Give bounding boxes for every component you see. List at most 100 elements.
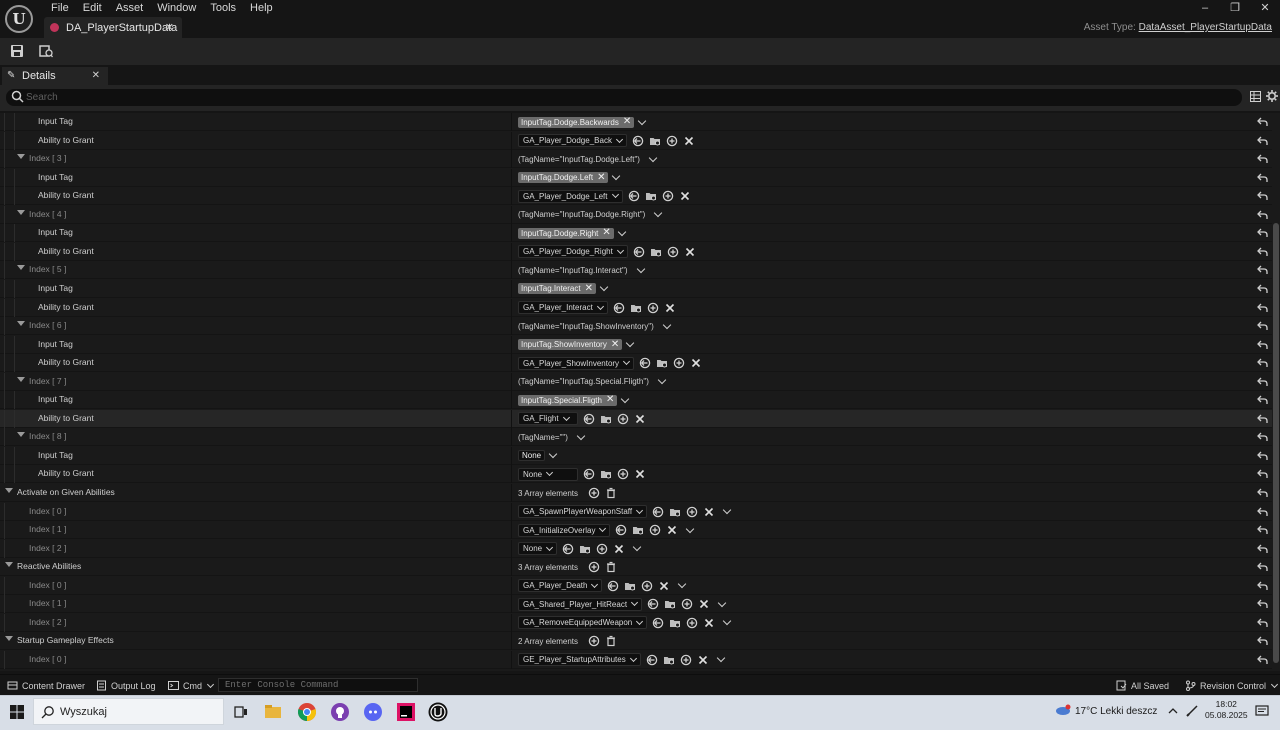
struct-options-chevron-icon[interactable] [636, 264, 645, 274]
close-window-icon[interactable]: ✕ [1250, 0, 1280, 16]
clear-icon[interactable] [613, 543, 625, 555]
reset-to-default-icon[interactable] [1257, 451, 1268, 461]
add-icon[interactable] [588, 487, 600, 499]
menu-tools[interactable]: Tools [203, 2, 243, 16]
browse-icon[interactable] [632, 524, 644, 536]
column-splitter[interactable] [511, 335, 512, 354]
column-splitter[interactable] [511, 113, 512, 131]
use-selected-icon[interactable] [583, 468, 595, 480]
reset-to-default-icon[interactable] [1257, 136, 1268, 146]
column-splitter[interactable] [511, 242, 512, 261]
details-scrollbar[interactable] [1272, 113, 1280, 671]
asset-picker-combo[interactable]: GA_RemoveEquippedWeapon [518, 616, 648, 630]
output-log-button[interactable]: Output Log [96, 680, 156, 691]
reset-to-default-icon[interactable] [1257, 210, 1268, 220]
unreal-engine-icon[interactable] [427, 701, 449, 723]
reset-to-default-icon[interactable] [1257, 525, 1268, 535]
reset-to-default-icon[interactable] [1257, 154, 1268, 164]
add-icon[interactable] [680, 654, 692, 666]
tag-dropdown-chevron-icon[interactable] [617, 227, 627, 237]
column-splitter[interactable] [511, 298, 512, 317]
clear-icon[interactable] [684, 246, 696, 258]
asset-picker-combo[interactable]: None [518, 542, 558, 556]
file-explorer-icon[interactable] [262, 701, 284, 723]
menu-edit[interactable]: Edit [76, 2, 109, 16]
column-splitter[interactable] [511, 502, 512, 521]
expand-arrow-icon[interactable] [17, 154, 25, 160]
reset-to-default-icon[interactable] [1257, 340, 1268, 350]
reset-to-default-icon[interactable] [1257, 377, 1268, 387]
browse-icon[interactable] [669, 506, 681, 518]
remove-tag-icon[interactable]: ✕ [602, 228, 610, 238]
remove-tag-icon[interactable]: ✕ [623, 117, 631, 127]
taskbar-search[interactable]: Wyszukaj [33, 698, 224, 725]
column-splitter[interactable] [511, 484, 512, 502]
use-selected-icon[interactable] [583, 413, 595, 425]
expand-arrow-icon[interactable] [17, 432, 25, 438]
column-splitter[interactable] [511, 613, 512, 632]
asset-picker-combo[interactable]: GA_Flight [518, 412, 578, 426]
use-selected-icon[interactable] [652, 617, 664, 629]
browse-icon[interactable] [663, 654, 675, 666]
reset-to-default-icon[interactable] [1257, 284, 1268, 294]
search-input[interactable] [26, 90, 1226, 104]
column-splitter[interactable] [511, 428, 512, 447]
use-selected-icon[interactable] [646, 654, 658, 666]
reset-to-default-icon[interactable] [1257, 636, 1268, 646]
pen-input-icon[interactable] [1186, 704, 1199, 717]
use-selected-icon[interactable] [647, 598, 659, 610]
clear-icon[interactable] [690, 357, 702, 369]
column-splitter[interactable] [511, 279, 512, 298]
reset-to-default-icon[interactable] [1257, 618, 1268, 628]
add-icon[interactable] [686, 506, 698, 518]
delete-icon[interactable] [605, 487, 617, 499]
reset-to-default-icon[interactable] [1257, 432, 1268, 442]
menu-asset[interactable]: Asset [109, 2, 151, 16]
column-splitter[interactable] [511, 150, 512, 169]
remove-tag-icon[interactable]: ✕ [597, 172, 605, 183]
browse-icon[interactable] [669, 617, 681, 629]
reset-to-default-icon[interactable] [1257, 507, 1268, 517]
rider-icon[interactable] [395, 701, 417, 723]
reset-to-default-icon[interactable] [1257, 488, 1268, 498]
expand-arrow-icon[interactable] [17, 321, 25, 327]
restore-icon[interactable]: ❐ [1220, 0, 1250, 16]
column-splitter[interactable] [511, 372, 512, 391]
column-splitter[interactable] [511, 576, 512, 595]
add-icon[interactable] [647, 302, 659, 314]
browse-icon[interactable] [645, 190, 657, 202]
expand-arrow-icon[interactable] [17, 376, 25, 382]
column-splitter[interactable] [511, 224, 512, 243]
settings-gear-icon[interactable] [1266, 90, 1278, 102]
menu-help[interactable]: Help [243, 2, 280, 16]
reset-to-default-icon[interactable] [1257, 303, 1268, 313]
menu-window[interactable]: Window [150, 2, 203, 16]
array-item-options-chevron-icon[interactable] [717, 598, 727, 608]
github-desktop-icon[interactable] [329, 701, 351, 723]
gameplay-tag-chip[interactable]: InputTag.Interact ✕ [518, 283, 596, 295]
asset-picker-combo[interactable]: GA_Player_Dodge_Left [518, 189, 623, 203]
console-command-input[interactable] [218, 678, 418, 692]
reset-to-default-icon[interactable] [1257, 228, 1268, 238]
menu-file[interactable]: File [44, 2, 76, 16]
asset-picker-combo[interactable]: GA_InitializeOverlay [518, 523, 611, 537]
reset-to-default-icon[interactable] [1257, 414, 1268, 424]
details-tab[interactable]: ✎ Details ✕ [2, 67, 108, 85]
struct-options-chevron-icon[interactable] [654, 209, 663, 218]
gameplay-tag-chip[interactable]: InputTag.Dodge.Right ✕ [518, 227, 614, 239]
column-splitter[interactable] [511, 187, 512, 206]
reset-to-default-icon[interactable] [1257, 358, 1268, 368]
struct-options-chevron-icon[interactable] [576, 431, 586, 441]
expand-arrow-icon[interactable] [5, 488, 13, 493]
close-details-icon[interactable]: ✕ [92, 70, 100, 81]
cmd-dropdown[interactable]: Cmd [168, 680, 215, 691]
column-splitter[interactable] [511, 261, 512, 280]
notifications-icon[interactable] [1255, 705, 1269, 718]
revision-control-button[interactable]: Revision Control [1185, 680, 1279, 691]
array-item-options-chevron-icon[interactable] [723, 617, 732, 626]
task-view-icon[interactable] [230, 701, 252, 723]
array-item-options-chevron-icon[interactable] [716, 654, 725, 663]
column-splitter[interactable] [511, 131, 512, 150]
add-icon[interactable] [673, 357, 685, 369]
tag-dropdown-chevron-icon[interactable] [599, 283, 609, 292]
